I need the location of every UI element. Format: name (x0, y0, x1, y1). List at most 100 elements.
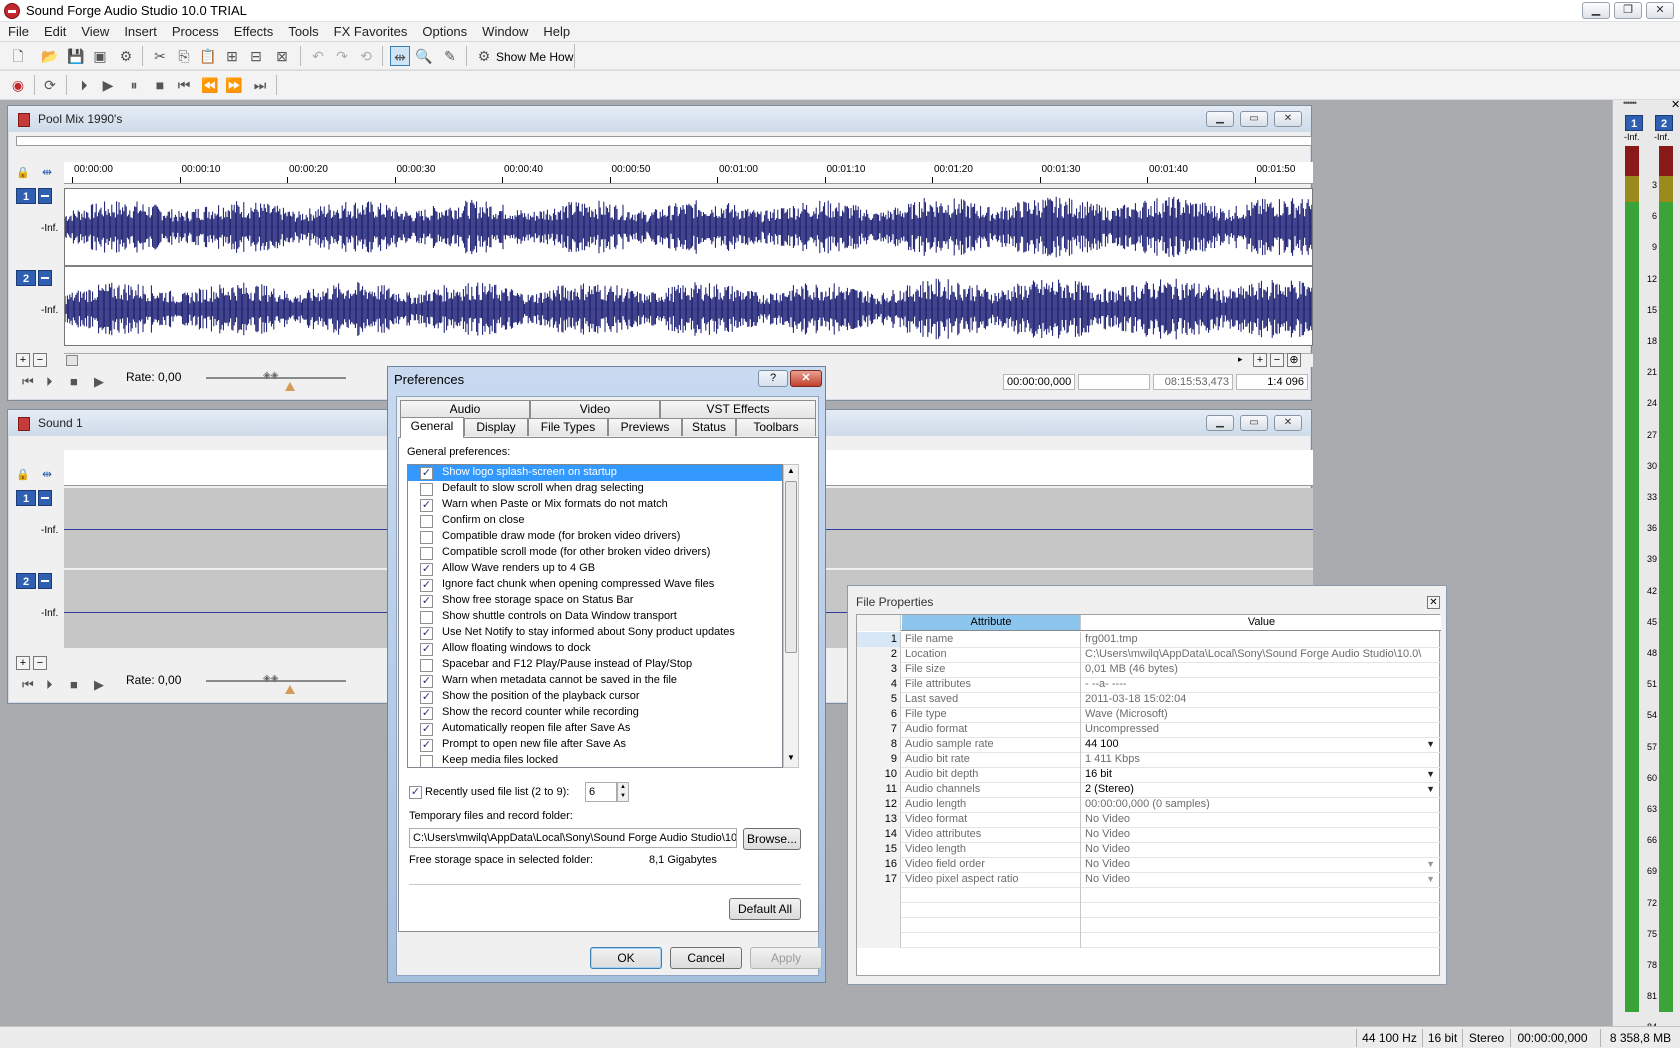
checked-checkbox-icon[interactable]: ✓ (420, 563, 433, 576)
go-to-start-icon[interactable]: ⏮ (22, 677, 34, 693)
tab-general[interactable]: General (400, 417, 464, 438)
tab-toolbars[interactable]: Toolbars (736, 418, 816, 436)
preference-item[interactable]: ✓ Warn when metadata cannot be saved in t… (408, 673, 782, 689)
waveform-display[interactable] (64, 188, 1313, 346)
property-row[interactable]: 3 File size 0,01 MB (46 bytes) (857, 662, 1441, 678)
loop-icon[interactable]: ⟳ (40, 75, 60, 95)
ruler-mark-icon[interactable]: ⇹ (42, 467, 52, 481)
property-row[interactable] (857, 917, 1441, 933)
zoom-out-time-button[interactable]: − (1270, 353, 1284, 367)
property-row[interactable]: 12 Audio length 00:00:00,000 (0 samples) (857, 797, 1441, 813)
lock-icon[interactable]: 🔒 (16, 468, 30, 481)
recent-files-count-input[interactable]: 6 (585, 782, 617, 802)
temp-folder-input[interactable]: C:\Users\mwilq\AppData\Local\Sony\Sound … (409, 828, 737, 848)
checked-checkbox-icon[interactable]: ✓ (420, 499, 433, 512)
minimize-button[interactable]: ▁ (1206, 415, 1234, 431)
scroll-thumb[interactable] (785, 481, 797, 653)
property-row[interactable]: 11 Audio channels 2 (Stereo) ▼ (857, 782, 1441, 798)
preference-item[interactable]: Default to slow scroll when drag selecti… (408, 481, 782, 497)
trim-icon[interactable]: ⊠ (272, 46, 292, 66)
default-all-button[interactable]: Default All (729, 898, 801, 920)
channel-2-badge[interactable]: 2 (16, 573, 36, 589)
menu-insert[interactable]: Insert (116, 22, 164, 39)
paste-icon[interactable]: 📋 (198, 46, 218, 66)
file-properties-close-button[interactable]: ✕ (1427, 596, 1440, 609)
cancel-button[interactable]: Cancel (670, 947, 742, 969)
checked-checkbox-icon[interactable]: ✓ (420, 739, 433, 752)
slider-handle-icon[interactable]: ◈◈ (263, 673, 278, 684)
cut-icon[interactable]: ✂ (150, 46, 170, 66)
save-icon[interactable]: 💾 (66, 46, 86, 66)
channel-2-minimize-icon[interactable] (38, 573, 52, 589)
restore-button[interactable]: ❐ (1614, 2, 1642, 19)
checked-checkbox-icon[interactable]: ✓ (420, 579, 433, 592)
close-button[interactable]: ✕ (1274, 415, 1302, 431)
checked-checkbox-icon[interactable]: ✓ (420, 675, 433, 688)
property-row[interactable]: 6 File type Wave (Microsoft) (857, 707, 1441, 723)
go-to-start-icon[interactable]: ⏮ (174, 75, 194, 95)
unchecked-checkbox-icon[interactable] (420, 755, 433, 767)
menu-fx-favorites[interactable]: FX Favorites (326, 22, 415, 39)
channel-2-minimize-icon[interactable] (38, 270, 52, 286)
property-value[interactable]: 44 100 ▼ (1082, 737, 1441, 753)
data-window-titlebar[interactable]: Pool Mix 1990's ▁ ▭ ✕ (8, 106, 1311, 132)
menu-edit[interactable]: Edit (36, 22, 73, 39)
checked-checkbox-icon[interactable]: ✓ (420, 707, 433, 720)
property-row[interactable]: 16 Video field order No Video ▼ (857, 857, 1441, 873)
property-row[interactable]: 4 File attributes - --a- ---- (857, 677, 1441, 693)
browse-button[interactable]: Browse... (743, 828, 801, 850)
horizontal-scrollbar[interactable] (64, 353, 1313, 367)
property-row[interactable]: 13 Video format No Video (857, 812, 1441, 828)
show-me-how-button[interactable]: Show Me How (496, 50, 573, 64)
property-row[interactable]: 7 Audio format Uncompressed (857, 722, 1441, 738)
preference-item[interactable]: Confirm on close (408, 513, 782, 529)
checked-checkbox-icon[interactable]: ✓ (420, 467, 433, 480)
preferences-list-scrollbar[interactable]: ▲ ▼ (783, 464, 799, 768)
checked-checkbox-icon[interactable]: ✓ (420, 643, 433, 656)
meters-close-icon[interactable]: ✕ (1671, 98, 1680, 111)
tab-previews[interactable]: Previews (608, 418, 682, 436)
overview-bar[interactable] (16, 136, 1312, 146)
channel-1-badge[interactable]: 1 (16, 490, 36, 506)
play-icon[interactable]: ▶ (94, 374, 104, 390)
tab-file-types[interactable]: File Types (528, 418, 608, 436)
scroll-down-icon[interactable]: ▼ (787, 753, 795, 762)
record-icon[interactable]: ◉ (8, 75, 28, 95)
close-button[interactable]: ✕ (1646, 2, 1674, 19)
zoom-fit-button[interactable]: ⊕ (1287, 353, 1301, 367)
preference-item[interactable]: ✓ Show logo splash-screen on startup (408, 465, 782, 481)
play-icon[interactable]: ▶ (98, 75, 118, 95)
property-row[interactable]: 9 Audio bit rate 1 411 Kbps (857, 752, 1441, 768)
stop-icon[interactable]: ■ (70, 677, 78, 692)
mix-icon[interactable]: ⊟ (246, 46, 266, 66)
save-as-icon[interactable]: ▣ (90, 46, 110, 66)
lock-icon[interactable]: 🔒 (16, 166, 30, 179)
scroll-right-icon[interactable]: ▸ (1238, 354, 1243, 365)
dropdown-arrow-icon[interactable]: ▼ (1426, 767, 1435, 782)
ok-button[interactable]: OK (590, 947, 662, 969)
menu-options[interactable]: Options (414, 22, 474, 39)
preference-item[interactable]: Spacebar and F12 Play/Pause instead of P… (408, 657, 782, 673)
dropdown-arrow-icon[interactable]: ▼ (1426, 872, 1435, 887)
preference-item[interactable]: Show shuttle controls on Data Window tra… (408, 609, 782, 625)
property-row[interactable]: 10 Audio bit depth 16 bit ▼ (857, 767, 1441, 783)
property-row[interactable] (857, 932, 1441, 948)
menu-tools[interactable]: Tools (280, 22, 325, 39)
menu-effects[interactable]: Effects (226, 22, 281, 39)
preference-item[interactable]: ✓ Prompt to open new file after Save As (408, 737, 782, 753)
recent-files-spinner[interactable]: ▲ ▼ (617, 782, 629, 802)
time-ruler[interactable]: 00:00:00 00:00:10 00:00:20 00:00:30 00:00:40… (64, 162, 1313, 184)
new-file-icon[interactable]: 🗋 (8, 46, 28, 66)
zoom-out-button[interactable]: − (33, 656, 47, 670)
help-cursor-icon[interactable]: ⚙ (474, 46, 494, 66)
preference-item[interactable]: ✓ Use Net Notify to stay informed about S… (408, 625, 782, 641)
property-row[interactable]: 5 Last saved 2011-03-18 15:02:04 (857, 692, 1441, 708)
play-from-icon[interactable]: ⏵ (46, 677, 53, 693)
play-from-icon[interactable]: ⏵ (46, 374, 53, 390)
minimize-button[interactable]: ▁ (1582, 2, 1610, 19)
property-value[interactable]: 2 (Stereo) ▼ (1082, 782, 1441, 798)
maximize-button[interactable]: ▭ (1240, 111, 1268, 127)
channel-1-minimize-icon[interactable] (38, 188, 52, 204)
preference-item[interactable]: Keep media files locked (408, 753, 782, 767)
menu-file[interactable]: File (0, 22, 36, 39)
